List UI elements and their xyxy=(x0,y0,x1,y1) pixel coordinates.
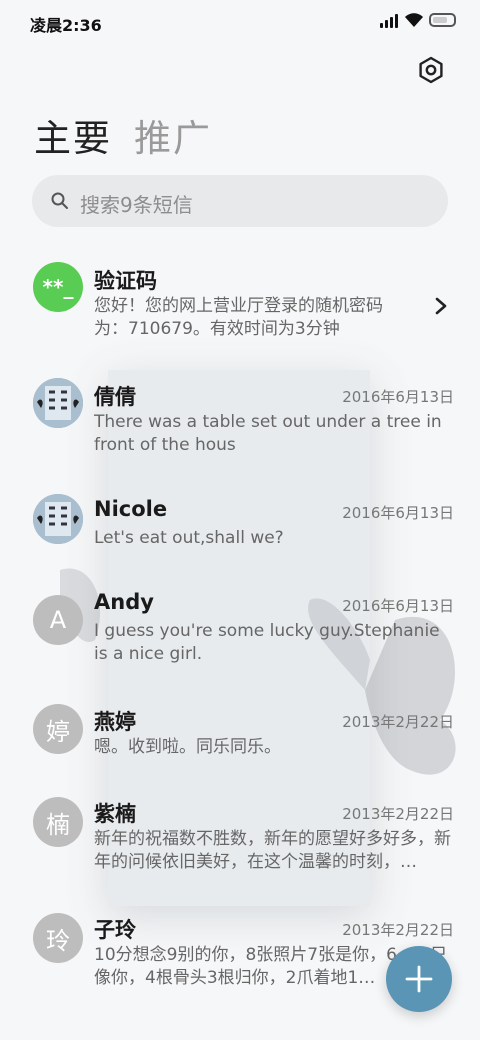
message-row[interactable]: 楠 紫楠 2013年2月22日 新年的祝福数不胜数，新年的愿望好多好多，新年的问… xyxy=(0,788,480,906)
message-preview: There was a table set out under a tree i… xyxy=(94,412,442,455)
message-date: 2013年2月22日 xyxy=(342,713,454,731)
verification-code-avatar: **_ xyxy=(33,262,83,312)
message-preview: 嗯。收到啦。同乐同乐。 xyxy=(94,737,281,757)
message-date: 2013年2月22日 xyxy=(342,805,454,823)
contact-letter-avatar: 婷 xyxy=(33,704,83,754)
gear-icon[interactable] xyxy=(416,55,446,85)
message-sender: 燕婷 xyxy=(94,710,136,734)
chevron-right-icon[interactable] xyxy=(434,296,448,316)
contact-letter-avatar: 楠 xyxy=(33,797,83,847)
message-preview: 新年的祝福数不胜数，新年的愿望好多好多，新年的问候依旧美好，在这个温馨的时刻，… xyxy=(94,829,451,872)
message-sender: 紫楠 xyxy=(94,802,136,826)
message-date: 2016年6月13日 xyxy=(342,504,454,522)
status-time: 凌晨2:36 xyxy=(30,16,102,35)
message-date: 2016年6月13日 xyxy=(342,388,454,406)
calligraphy-avatar-icon xyxy=(33,494,83,544)
message-row[interactable]: 倩倩 2016年6月13日 There was a table set out … xyxy=(0,368,480,484)
message-sender: 验证码 xyxy=(94,269,157,293)
message-preview: Let's eat out,shall we? xyxy=(94,528,284,548)
contact-letter-avatar: A xyxy=(33,595,83,645)
contact-photo-avatar xyxy=(33,378,83,428)
new-message-button[interactable] xyxy=(386,946,452,1012)
message-preview: 您好！您的网上营业厅登录的随机密码为：710679。有效时间为3分钟 xyxy=(94,296,383,339)
message-row[interactable]: 婷 燕婷 2013年2月22日 嗯。收到啦。同乐同乐。 xyxy=(0,696,480,788)
message-date: 2016年6月13日 xyxy=(342,597,454,615)
message-row[interactable]: **_ 验证码 您好！您的网上营业厅登录的随机密码为：710679。有效时间为3… xyxy=(0,244,480,368)
message-sender: 子玲 xyxy=(94,918,136,942)
message-row[interactable]: A Andy 2016年6月13日 I guess you're some lu… xyxy=(0,580,480,696)
tab-bar: 主要 推广 xyxy=(34,108,212,162)
contact-photo-avatar xyxy=(33,494,83,544)
message-date: 2013年2月22日 xyxy=(342,921,454,939)
message-sender: 倩倩 xyxy=(94,385,136,409)
calligraphy-avatar-icon xyxy=(33,378,83,428)
contact-letter-avatar: 玲 xyxy=(33,913,83,963)
tab-main[interactable]: 主要 xyxy=(34,108,112,162)
message-preview: I guess you're some lucky guy.Stephanie … xyxy=(94,621,440,664)
signal-icon xyxy=(380,14,400,28)
plus-icon xyxy=(405,965,433,993)
search-placeholder: 搜索9条短信 xyxy=(80,193,193,217)
status-bar: 凌晨2:36 xyxy=(0,0,480,42)
wifi-icon xyxy=(405,13,423,27)
message-sender: Andy xyxy=(94,590,154,614)
battery-icon xyxy=(429,13,456,27)
search-input[interactable]: 搜索9条短信 xyxy=(32,175,448,227)
message-list: **_ 验证码 您好！您的网上营业厅登录的随机密码为：710679。有效时间为3… xyxy=(0,244,480,1016)
message-sender: Nicole xyxy=(94,497,168,521)
tab-promotions[interactable]: 推广 xyxy=(134,108,212,162)
message-row[interactable]: Nicole 2016年6月13日 Let's eat out,shall we… xyxy=(0,484,480,580)
search-icon xyxy=(51,192,68,209)
